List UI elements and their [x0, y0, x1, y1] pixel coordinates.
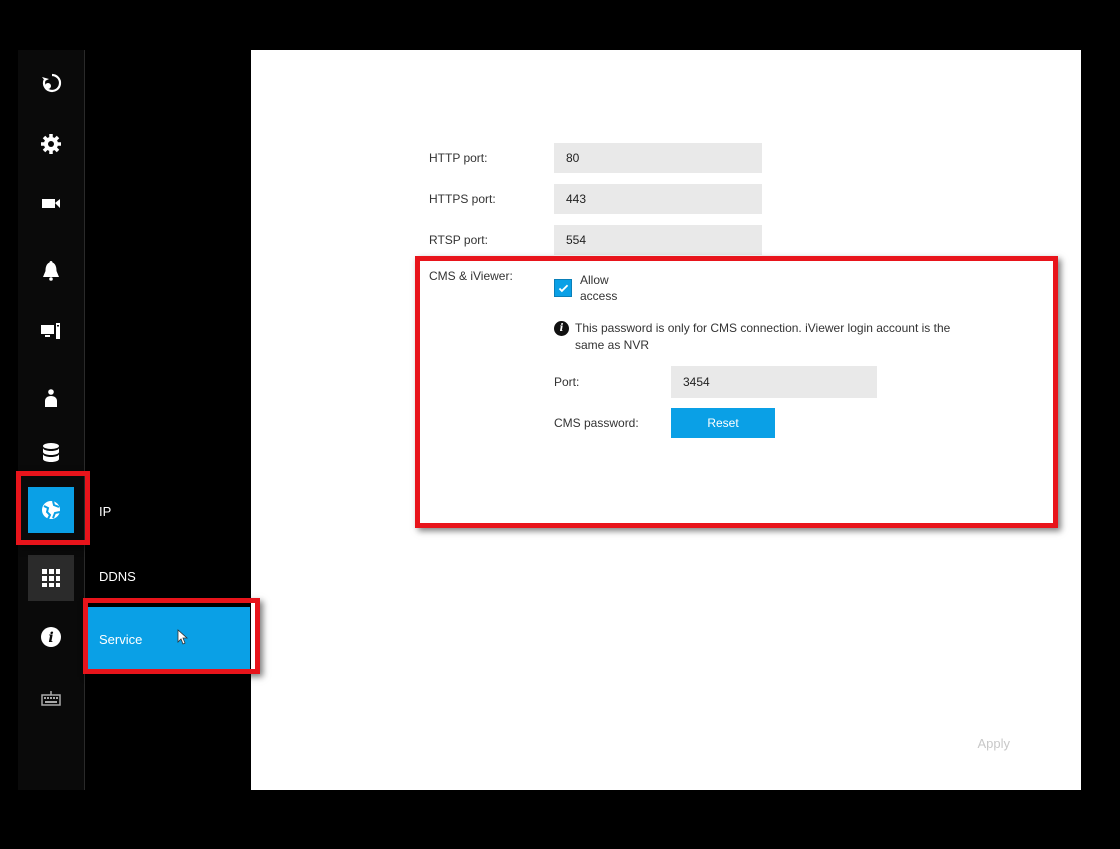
info-note-line2: same as NVR — [575, 338, 650, 352]
icon-rail: i — [18, 50, 85, 790]
submenu-item-label: DDNS — [99, 568, 136, 584]
submenu-item-ip[interactable]: IP — [85, 483, 250, 539]
gear-icon[interactable] — [28, 121, 74, 167]
info-note: i This password is only for CMS connecti… — [554, 320, 950, 354]
http-port-label: HTTP port: — [429, 151, 488, 165]
allow-access-checkbox[interactable] — [554, 279, 572, 297]
reset-password-button[interactable]: Reset — [671, 408, 775, 438]
keyboard-icon[interactable] — [28, 676, 74, 722]
user-icon[interactable] — [28, 375, 74, 421]
cms-password-row: CMS password: Reset — [554, 408, 775, 438]
https-port-label: HTTPS port: — [429, 192, 496, 206]
allow-access-label: Allow access — [580, 272, 617, 304]
monitor-icon[interactable] — [28, 308, 74, 354]
rewind-icon[interactable] — [28, 60, 74, 106]
https-port-input[interactable]: 443 — [554, 184, 762, 214]
checkmark-icon — [558, 284, 568, 292]
submenu-item-label: Service — [99, 631, 143, 647]
submenu-item-service[interactable]: Service — [85, 607, 250, 671]
database-icon[interactable] — [28, 430, 74, 476]
apps-grid-icon[interactable] — [28, 555, 74, 601]
camera-icon[interactable] — [28, 180, 74, 226]
svg-text:i: i — [48, 630, 53, 646]
info-note-text: This password is only for CMS connection… — [575, 320, 950, 354]
mouse-cursor-icon — [177, 629, 189, 645]
cms-password-label: CMS password: — [554, 416, 639, 430]
cms-port-row: Port: 3454 — [554, 366, 877, 398]
http-port-row: HTTP port: 80 — [429, 143, 762, 173]
info-icon[interactable]: i — [28, 614, 74, 660]
https-port-row: HTTPS port: 443 — [429, 184, 762, 214]
rtsp-port-input[interactable]: 554 — [554, 225, 762, 255]
service-settings-panel: HTTP port: 80 HTTPS port: 443 RTSP port:… — [251, 50, 1081, 790]
cms-port-input[interactable]: 3454 — [671, 366, 877, 398]
submenu-item-ddns[interactable]: DDNS — [85, 548, 250, 604]
rtsp-port-label: RTSP port: — [429, 233, 488, 247]
network-icon[interactable] — [28, 487, 74, 533]
allow-access-label-line1: Allow — [580, 273, 609, 287]
rtsp-port-row: RTSP port: 554 — [429, 225, 762, 255]
app-frame: i IP DDNS Service HTTP port: 80 HTTPS po… — [18, 50, 1081, 790]
apply-button[interactable]: Apply — [971, 735, 1016, 752]
allow-access-label-line2: access — [580, 289, 618, 303]
allow-access-row: Allow access — [554, 272, 617, 304]
submenu-item-label: IP — [99, 503, 112, 519]
http-port-input[interactable]: 80 — [554, 143, 762, 173]
info-note-line1: This password is only for CMS connection… — [575, 321, 951, 335]
cms-iviewer-label: CMS & iViewer: — [429, 269, 513, 283]
info-note-icon: i — [554, 321, 569, 336]
network-submenu: IP DDNS Service — [85, 50, 250, 790]
cms-port-label: Port: — [554, 375, 580, 389]
bell-icon[interactable] — [28, 247, 74, 293]
